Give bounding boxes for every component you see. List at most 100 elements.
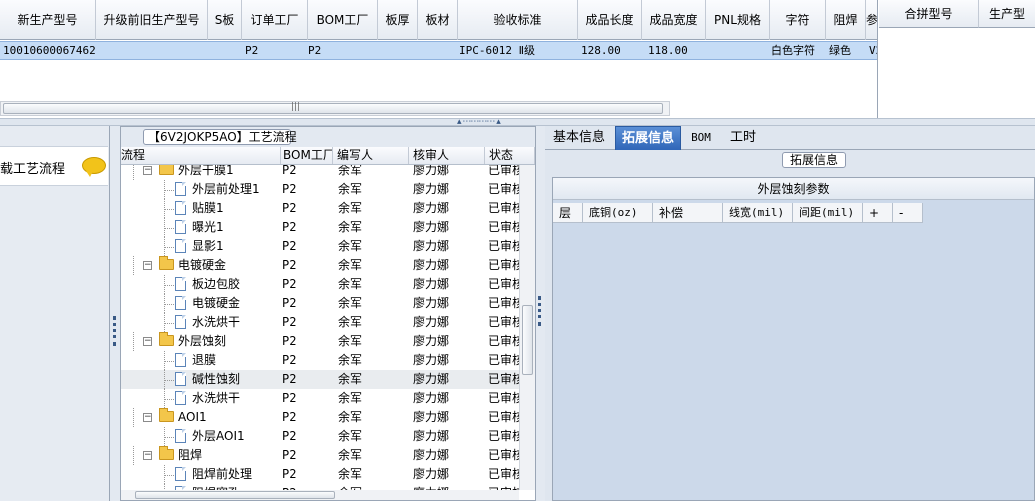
tree-connector <box>164 437 174 438</box>
left-splitter[interactable] <box>110 126 120 501</box>
col-header-s-board[interactable]: S板 <box>208 0 242 40</box>
tree-node-text: 外层AOI1 <box>192 429 245 443</box>
col-header-thickness[interactable]: 板厚 <box>378 0 418 40</box>
col-header-old-model[interactable]: 升级前旧生产型号 <box>96 0 208 40</box>
scroll-grip-icon: ||| <box>291 102 301 112</box>
tree-group-row[interactable]: − 电镀硬金 P2 余军 廖力娜 已审核 <box>121 256 519 275</box>
col-header-length[interactable]: 成品长度 <box>578 0 642 40</box>
add-row-button[interactable]: + <box>863 203 893 223</box>
tree-node-label: 曝光1 <box>175 218 224 237</box>
document-icon <box>175 353 186 367</box>
scroll-thumb[interactable] <box>522 305 533 375</box>
col-header-new-model[interactable]: 新生产型号 <box>0 0 96 40</box>
tree-step-row[interactable]: 显影1 P2 余军 廖力娜 已审核 <box>121 237 519 256</box>
tree-group-row[interactable]: − 外层干膜1 P2 余军 廖力娜 已审核 <box>121 165 519 180</box>
process-flow-vscrollbar[interactable] <box>519 165 535 490</box>
tab-extended-info[interactable]: 拓展信息 <box>615 126 681 150</box>
tab-work-hours[interactable]: 工时 <box>723 126 763 150</box>
tree-step-row[interactable]: 曝光1 P2 余军 廖力娜 已审核 <box>121 218 519 237</box>
tree-step-row[interactable]: 阻焊前处理 P2 余军 廖力娜 已审核 <box>121 465 519 484</box>
tree-node-label: 显影1 <box>175 237 224 256</box>
tree-step-row[interactable]: 板边包胶 P2 余军 廖力娜 已审核 <box>121 275 519 294</box>
col-header-reviewer[interactable]: 核审人 <box>409 147 485 164</box>
document-icon <box>175 239 186 253</box>
cell-bom-factory: P2 <box>282 277 297 291</box>
tree-step-row[interactable]: 外层AOI1 P2 余军 廖力娜 已审核 <box>121 427 519 446</box>
tree-connector <box>164 465 165 484</box>
horizontal-splitter[interactable]: ▴ ⋯⋯⋯⋯ ▴ <box>0 117 1035 127</box>
col-header-writer[interactable]: 编写人 <box>333 147 409 164</box>
cell-acceptance: IPC-6012 Ⅱ级 <box>459 44 536 57</box>
col-header-soldermask[interactable]: 阻焊 <box>826 0 866 40</box>
collapse-icon[interactable]: − <box>143 337 152 346</box>
tree-node-text: 阻焊前处理 <box>192 467 253 481</box>
outer-etch-params: 外层蚀刻参数 层 底铜(oz) 补偿 线宽(mil) 间距(mil) + - <box>552 177 1035 501</box>
cell-reviewer: 廖力娜 <box>413 391 450 405</box>
cell-writer: 余军 <box>338 220 363 234</box>
tree-group-row[interactable]: − AOI1 P2 余军 廖力娜 已审核 <box>121 408 519 427</box>
col-header-spacing[interactable]: 间距(mil) <box>793 203 863 223</box>
cell-reviewer: 廖力娜 <box>413 410 450 424</box>
scroll-thumb[interactable] <box>3 103 663 114</box>
middle-splitter[interactable] <box>536 126 545 501</box>
cell-writer: 余军 <box>338 448 363 462</box>
cell-reviewer: 廖力娜 <box>413 258 450 272</box>
tree-connector <box>164 380 174 381</box>
load-process-flow-item[interactable]: 载工艺流程 <box>0 146 108 186</box>
process-flow-hscrollbar[interactable] <box>121 490 519 500</box>
collapse-icon[interactable]: − <box>143 413 152 422</box>
col-header-acceptance[interactable]: 验收标准 <box>458 0 578 40</box>
tree-group-row[interactable]: − 外层蚀刻 P2 余军 廖力娜 已审核 <box>121 332 519 351</box>
col-header-layer[interactable]: 层 <box>553 203 583 223</box>
tree-step-row[interactable]: 碱性蚀刻 P2 余军 廖力娜 已审核 <box>121 370 519 389</box>
col-header-merge-model[interactable]: 合拼型号 <box>879 0 979 28</box>
tree-node-label: AOI1 <box>159 408 207 427</box>
col-header-line-width[interactable]: 线宽(mil) <box>723 203 793 223</box>
col-header-extra[interactable]: 参 <box>866 0 877 40</box>
col-header-compensation[interactable]: 补偿 <box>653 203 723 223</box>
tree-node-label: 外层AOI1 <box>175 427 245 446</box>
col-header-order-factory[interactable]: 订单工厂 <box>242 0 308 40</box>
tree-connector <box>164 370 165 389</box>
remove-row-button[interactable]: - <box>893 203 923 223</box>
col-header-production-model[interactable]: 生产型 <box>979 0 1035 28</box>
col-header-flow[interactable]: 流程 <box>121 147 281 164</box>
collapse-icon[interactable]: − <box>143 451 152 460</box>
table-row[interactable]: 10010600067462 P2 P2 IPC-6012 Ⅱ级 128.00 … <box>0 41 877 60</box>
tree-group-row[interactable]: − 阻焊 P2 余军 廖力娜 已审核 <box>121 446 519 465</box>
tab-basic-info[interactable]: 基本信息 <box>545 126 613 150</box>
scroll-thumb[interactable] <box>135 491 335 499</box>
cell-reviewer: 廖力娜 <box>413 220 450 234</box>
tree-node-text: 阻焊 <box>178 448 203 462</box>
col-header-base-copper[interactable]: 底铜(oz) <box>583 203 653 223</box>
tree-connector <box>164 351 165 370</box>
tree-node-text: 显影1 <box>192 239 224 253</box>
collapse-icon[interactable]: − <box>143 166 152 175</box>
tree-connector <box>164 475 174 476</box>
cell-reviewer: 廖力娜 <box>413 201 450 215</box>
tree-node-text: 碱性蚀刻 <box>192 372 241 386</box>
tree-step-row[interactable]: 水洗烘干 P2 余军 廖力娜 已审核 <box>121 313 519 332</box>
cell-bom-factory: P2 <box>282 220 297 234</box>
tree-step-row[interactable]: 电镀硬金 P2 余军 廖力娜 已审核 <box>121 294 519 313</box>
cell-writer: 余军 <box>338 201 363 215</box>
cell-writer: 余军 <box>338 353 363 367</box>
col-header-pnl[interactable]: PNL规格 <box>706 0 770 40</box>
tree-node-text: 电镀硬金 <box>178 258 227 272</box>
collapse-icon[interactable]: − <box>143 261 152 270</box>
tree-step-row[interactable]: 退膜 P2 余军 廖力娜 已审核 <box>121 351 519 370</box>
product-grid-hscrollbar[interactable]: ||| <box>0 101 670 116</box>
tab-bom[interactable]: BOM <box>683 126 719 150</box>
col-header-bom-factory[interactable]: BOM工厂 <box>308 0 378 40</box>
tree-step-row[interactable]: 贴膜1 P2 余军 廖力娜 已审核 <box>121 199 519 218</box>
col-header-silkscreen[interactable]: 字符 <box>770 0 826 40</box>
cell-bom-factory: P2 <box>308 44 322 57</box>
col-header-material[interactable]: 板材 <box>418 0 458 40</box>
tree-step-row[interactable]: 外层前处理1 P2 余军 廖力娜 已审核 <box>121 180 519 199</box>
col-header-status[interactable]: 状态 <box>485 147 535 164</box>
col-header-bom-factory[interactable]: BOM工厂 <box>281 147 333 164</box>
tree-step-row[interactable]: 水洗烘干 P2 余军 廖力娜 已审核 <box>121 389 519 408</box>
cell-status: 已审核 <box>488 220 519 234</box>
col-header-width[interactable]: 成品宽度 <box>642 0 706 40</box>
tree-connector <box>164 285 174 286</box>
